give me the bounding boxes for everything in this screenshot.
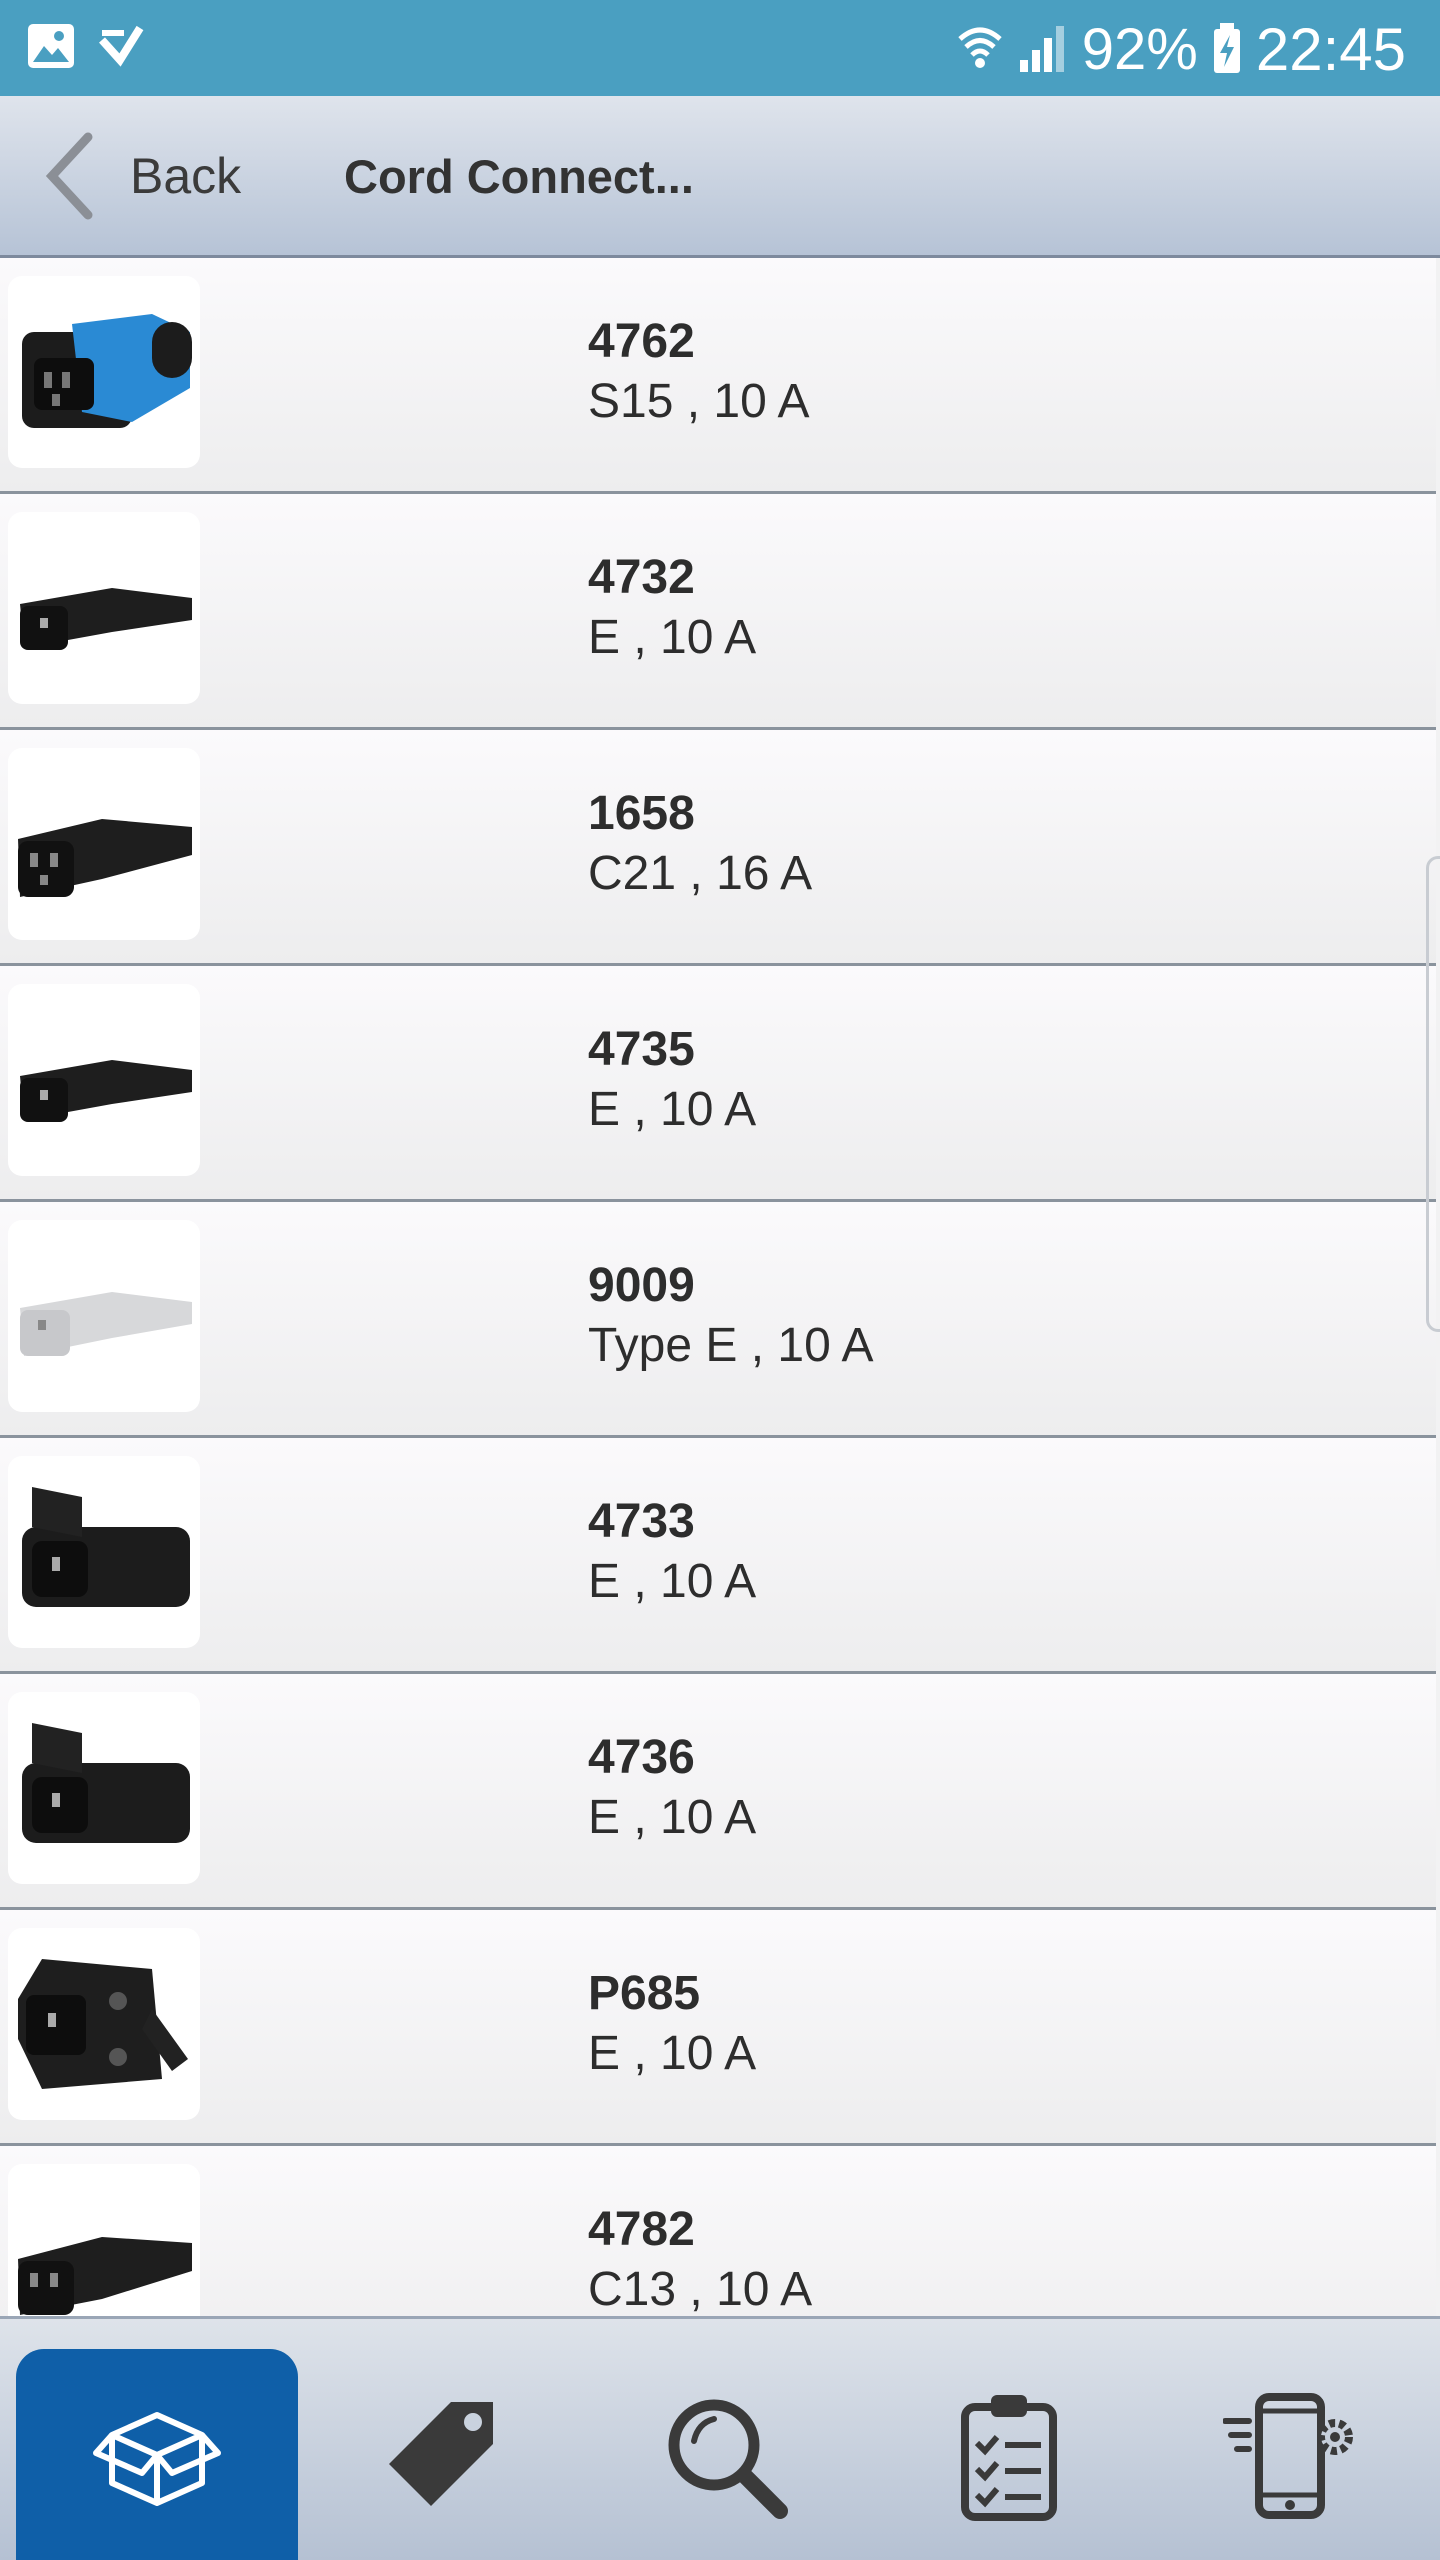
- back-button[interactable]: Back: [40, 126, 241, 226]
- product-thumbnail: [8, 2164, 200, 2316]
- page-title: Cord Connect...: [344, 149, 694, 203]
- tab-search[interactable]: [584, 2349, 866, 2560]
- search-icon: [668, 2399, 788, 2519]
- tab-settings[interactable]: [1152, 2349, 1434, 2560]
- black-angled-plug-image: [22, 1487, 190, 1607]
- tag-icon: [389, 2402, 493, 2506]
- product-code: 4732: [588, 551, 695, 604]
- product-spec: C21 , 16 A: [588, 847, 813, 900]
- nav-bar: Back Cord Connect...: [0, 96, 1440, 258]
- tab-list[interactable]: [868, 2349, 1150, 2560]
- list-item[interactable]: 9009 Type E , 10 A: [0, 1202, 1436, 1438]
- black-angled-plug-image: [22, 1723, 190, 1843]
- clock: 22:45: [1255, 15, 1406, 83]
- product-code: 4736: [588, 1731, 695, 1784]
- list-item[interactable]: 4733 E , 10 A: [0, 1438, 1436, 1674]
- tab-tags[interactable]: [300, 2349, 582, 2560]
- product-list[interactable]: 4762 S15 , 10 A 4732 E , 10 A 1658 C21 ,…: [0, 258, 1440, 2316]
- product-thumbnail: [8, 1692, 200, 1884]
- list-item[interactable]: 4732 E , 10 A: [0, 494, 1436, 730]
- black-panel-inlet-image: [18, 1959, 188, 2089]
- product-spec: E , 10 A: [588, 1083, 757, 1136]
- product-thumbnail: [8, 512, 200, 704]
- product-thumbnail: [8, 276, 200, 468]
- signal-icon: [1019, 26, 1064, 72]
- status-bar: 92% 22:45: [0, 0, 1440, 96]
- list-item[interactable]: 4736 E , 10 A: [0, 1674, 1436, 1910]
- product-spec: Type E , 10 A: [588, 1319, 874, 1372]
- product-code: 1658: [588, 787, 695, 840]
- product-spec: E , 10 A: [588, 1555, 757, 1608]
- blue-black-connector-image: [22, 314, 192, 428]
- product-code: 4733: [588, 1495, 695, 1548]
- back-label: Back: [130, 148, 242, 204]
- black-connector-image: [18, 2237, 192, 2315]
- product-spec: E , 10 A: [588, 1791, 757, 1844]
- list-item[interactable]: 4782 C13 , 10 A: [0, 2146, 1436, 2316]
- product-thumbnail: [8, 1456, 200, 1648]
- list-item[interactable]: 4762 S15 , 10 A: [0, 258, 1436, 494]
- product-spec: S15 , 10 A: [588, 375, 810, 428]
- scrollbar[interactable]: [1426, 856, 1440, 1332]
- product-code: P685: [588, 1967, 701, 2020]
- list-item[interactable]: P685 E , 10 A: [0, 1910, 1436, 2146]
- black-inlet-plug-image: [20, 1060, 192, 1122]
- list-item[interactable]: 1658 C21 , 16 A: [0, 730, 1436, 966]
- black-inlet-plug-image: [20, 588, 192, 650]
- black-connector-image: [18, 819, 192, 897]
- product-thumbnail: [8, 984, 200, 1176]
- tab-products[interactable]: [16, 2349, 298, 2560]
- chevron-left-icon: [45, 132, 93, 220]
- product-thumbnail: [8, 748, 200, 940]
- product-spec: E , 10 A: [588, 2027, 757, 2080]
- box-icon: [93, 2412, 221, 2506]
- gallery-icon: [28, 24, 74, 68]
- bottom-tab-bar: [0, 2316, 1440, 2560]
- phone-settings-icon: [1223, 2393, 1353, 2519]
- product-spec: E , 10 A: [588, 611, 757, 664]
- product-code: 4735: [588, 1023, 695, 1076]
- battery-percent: 92%: [1081, 16, 1198, 82]
- wifi-icon: [958, 27, 1002, 68]
- product-thumbnail: [8, 1220, 200, 1412]
- product-code: 4782: [588, 2203, 695, 2256]
- list-item[interactable]: 4735 E , 10 A: [0, 966, 1436, 1202]
- product-spec: C13 , 10 A: [588, 2263, 813, 2316]
- product-code: 4762: [588, 315, 695, 368]
- product-thumbnail: [8, 1928, 200, 2120]
- task-check-icon: [99, 25, 144, 67]
- battery-charging-icon: [1213, 23, 1240, 73]
- clipboard-checklist-icon: [961, 2395, 1057, 2521]
- white-inlet-plug-image: [20, 1292, 192, 1356]
- product-code: 9009: [588, 1259, 695, 1312]
